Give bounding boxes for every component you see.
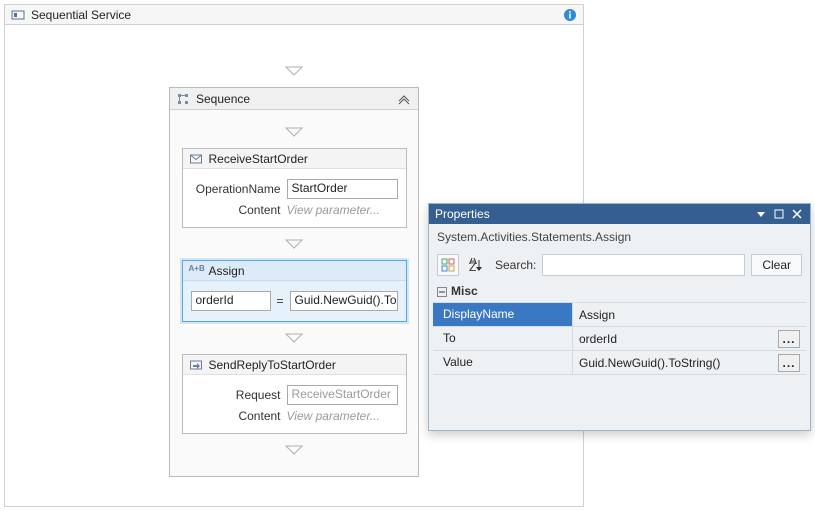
drop-arrow-icon[interactable] xyxy=(284,126,304,138)
ellipsis-button[interactable]: ... xyxy=(778,354,800,372)
collapse-chevron-icon[interactable] xyxy=(396,91,412,107)
assign-activity[interactable]: A+B Assign orderId = Guid.NewGuid().To xyxy=(182,260,407,322)
receive-title: ReceiveStartOrder xyxy=(209,152,308,166)
svg-text:A: A xyxy=(469,258,477,267)
assign-value-input[interactable]: Guid.NewGuid().To xyxy=(290,291,398,311)
receive-activity[interactable]: ReceiveStartOrder OperationName StartOrd… xyxy=(182,148,407,228)
operationname-input[interactable]: StartOrder xyxy=(287,179,398,199)
sendreply-activity[interactable]: SendReplyToStartOrder Request ReceiveSta… xyxy=(182,354,407,434)
category-misc-header[interactable]: Misc xyxy=(429,280,810,302)
prop-name-value: Value xyxy=(433,351,573,374)
request-label: Request xyxy=(191,388,281,402)
sequence-activity[interactable]: Sequence ReceiveStartOrder xyxy=(169,87,419,477)
properties-toolbar: AZ Search: Clear xyxy=(429,250,810,280)
ellipsis-button[interactable]: ... xyxy=(778,330,800,348)
prop-name-displayname: DisplayName xyxy=(433,303,573,326)
content-link[interactable]: View parameter... xyxy=(287,203,380,217)
drop-arrow-icon[interactable] xyxy=(284,238,304,250)
assign-header[interactable]: A+B Assign xyxy=(183,261,406,281)
validation-info-icon[interactable] xyxy=(563,8,577,22)
prop-row-displayname[interactable]: DisplayName Assign xyxy=(433,303,806,327)
properties-title: Properties xyxy=(435,207,490,221)
properties-search-input[interactable] xyxy=(542,254,745,276)
properties-grid[interactable]: DisplayName Assign To orderId ... Value … xyxy=(433,302,806,375)
assign-to-input[interactable]: orderId xyxy=(191,291,271,311)
alphabetical-button[interactable]: AZ xyxy=(465,254,487,276)
dropdown-icon[interactable] xyxy=(754,207,768,221)
sequential-service-header[interactable]: Sequential Service xyxy=(5,5,583,25)
drop-arrow-icon[interactable] xyxy=(284,65,304,77)
close-icon[interactable] xyxy=(790,207,804,221)
content-label: Content xyxy=(191,409,281,423)
receive-icon xyxy=(189,152,203,166)
assign-title: Assign xyxy=(209,264,245,278)
properties-panel[interactable]: Properties System.Activities.Statements.… xyxy=(428,203,811,431)
receive-header[interactable]: ReceiveStartOrder xyxy=(183,149,406,169)
category-misc-label: Misc xyxy=(451,284,478,298)
clear-button[interactable]: Clear xyxy=(751,254,802,276)
expander-minus-icon[interactable] xyxy=(437,286,447,296)
properties-titlebar[interactable]: Properties xyxy=(429,204,810,224)
content-label: Content xyxy=(191,203,281,217)
sendreply-header[interactable]: SendReplyToStartOrder xyxy=(183,355,406,375)
request-input[interactable]: ReceiveStartOrder xyxy=(287,385,398,405)
sequential-service-title: Sequential Service xyxy=(31,8,131,22)
prop-value-displayname[interactable]: Assign xyxy=(573,303,806,326)
prop-value-value[interactable]: Guid.NewGuid().ToString() ... xyxy=(573,351,806,374)
sendreply-icon xyxy=(189,358,203,372)
properties-type-path: System.Activities.Statements.Assign xyxy=(429,224,810,250)
sequence-icon xyxy=(176,92,190,106)
search-label: Search: xyxy=(495,258,536,272)
svg-text:Z: Z xyxy=(469,260,476,272)
prop-row-value[interactable]: Value Guid.NewGuid().ToString() ... xyxy=(433,351,806,375)
assign-icon: A+B xyxy=(189,264,203,278)
prop-value-to[interactable]: orderId ... xyxy=(573,327,806,350)
sendreply-title: SendReplyToStartOrder xyxy=(209,358,336,372)
operationname-label: OperationName xyxy=(191,182,281,196)
content-link[interactable]: View parameter... xyxy=(287,409,380,423)
maximize-icon[interactable] xyxy=(772,207,786,221)
prop-row-to[interactable]: To orderId ... xyxy=(433,327,806,351)
categorized-button[interactable] xyxy=(437,254,459,276)
prop-name-to: To xyxy=(433,327,573,350)
drop-arrow-icon[interactable] xyxy=(284,332,304,344)
service-icon xyxy=(11,8,25,22)
drop-arrow-icon[interactable] xyxy=(284,444,304,456)
sequence-header[interactable]: Sequence xyxy=(170,88,418,110)
sequence-body[interactable]: ReceiveStartOrder OperationName StartOrd… xyxy=(170,110,418,476)
equals-label: = xyxy=(277,294,284,308)
sequence-title: Sequence xyxy=(196,92,250,106)
